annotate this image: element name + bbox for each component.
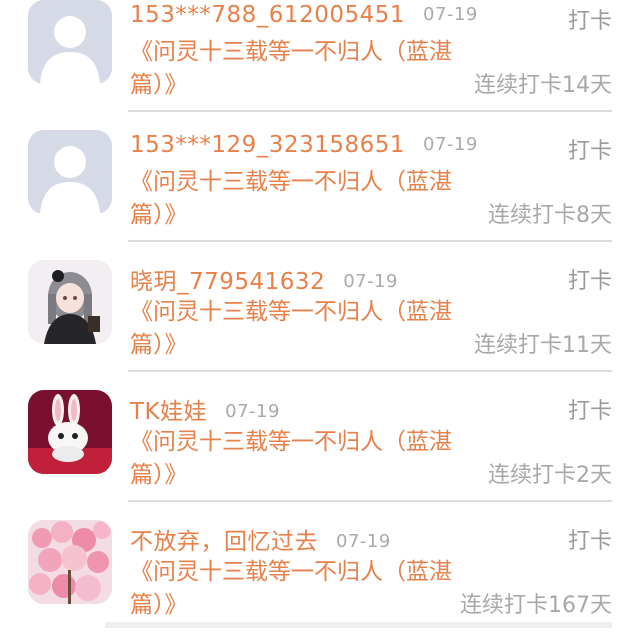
list-item[interactable]: 晓玥_779541632 07-19 打卡 《问灵十三载等一不归人（蓝湛篇）》 连… [0,252,640,382]
checkin-date: 07-19 [423,134,478,155]
blossom-avatar-icon [28,520,112,604]
anime-girl-avatar-icon [28,260,112,344]
default-avatar-icon [28,130,112,214]
checkin-date: 07-19 [336,531,391,552]
book-title[interactable]: 《问灵十三载等一不归人（蓝湛篇）》 [130,36,456,102]
avatar[interactable] [28,0,112,84]
avatar[interactable] [28,130,112,214]
checkin-date: 07-19 [343,271,399,292]
streak-count: 连续打卡11天 [474,333,612,358]
streak-count: 连续打卡167天 [460,593,612,618]
username[interactable]: 153***129_323158651 07-19 [130,132,478,158]
streak-count: 连续打卡8天 [488,203,612,228]
divider [128,500,612,502]
checkin-label: 打卡 [567,529,612,554]
book-title[interactable]: 《问灵十三载等一不归人（蓝湛篇）》 [130,556,456,622]
checkin-label: 打卡 [567,9,612,34]
username[interactable]: 153***788_612005451 07-19 [130,2,478,28]
checkin-label: 打卡 [567,399,612,424]
divider [128,370,612,372]
rabbit-avatar-icon [28,390,112,474]
streak-count: 连续打卡2天 [488,463,612,488]
checkin-label: 打卡 [567,139,612,164]
username[interactable]: 晓玥_779541632 07-19 [130,262,398,296]
checkin-feed: 153***788_612005451 07-19 打卡 《问灵十三载等一不归人（… [0,0,640,642]
streak-count: 连续打卡14天 [474,73,612,98]
list-item[interactable]: TK娃娃 07-19 打卡 《问灵十三载等一不归人（蓝湛篇）》 连续打卡2天 [0,382,640,512]
book-title[interactable]: 《问灵十三载等一不归人（蓝湛篇）》 [130,296,456,362]
divider [128,110,612,112]
avatar[interactable] [28,390,112,474]
book-title[interactable]: 《问灵十三载等一不归人（蓝湛篇）》 [130,166,456,232]
checkin-date: 07-19 [423,4,478,25]
bottom-scroll-hint [105,622,612,628]
checkin-label: 打卡 [567,269,612,294]
book-title[interactable]: 《问灵十三载等一不归人（蓝湛篇）》 [130,426,456,492]
checkin-date: 07-19 [225,401,280,422]
username[interactable]: TK娃娃 07-19 [130,392,280,426]
list-item[interactable]: 153***129_323158651 07-19 打卡 《问灵十三载等一不归人（… [0,122,640,252]
username[interactable]: 不放弃，回忆过去 07-19 [130,522,391,556]
list-item[interactable]: 153***788_612005451 07-19 打卡 《问灵十三载等一不归人（… [0,0,640,122]
avatar[interactable] [28,260,112,344]
default-avatar-icon [28,0,112,84]
avatar[interactable] [28,520,112,604]
divider [128,240,612,242]
